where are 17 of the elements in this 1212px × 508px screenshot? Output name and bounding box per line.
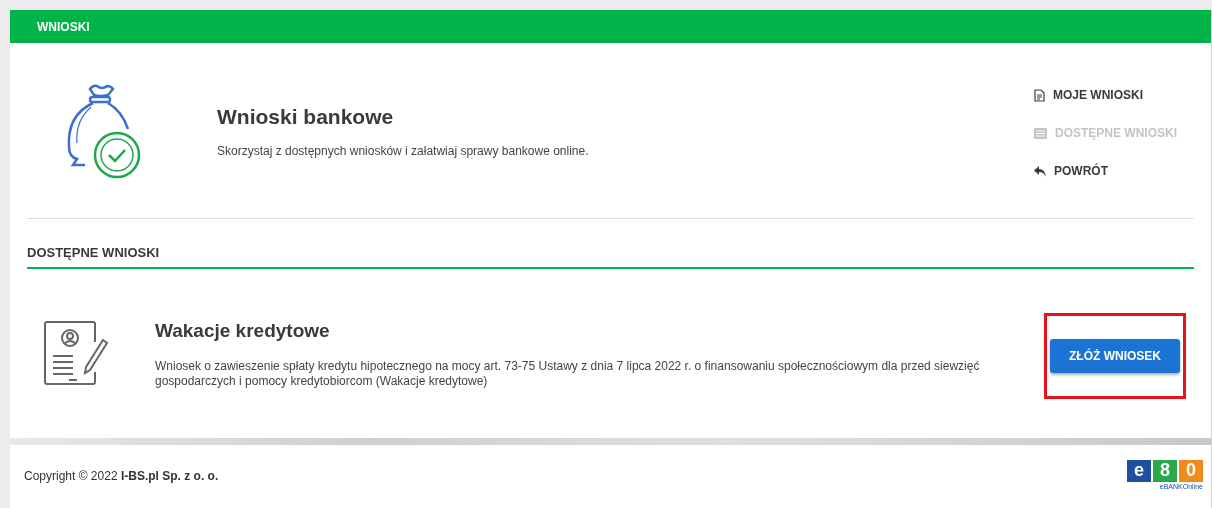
logo-letter: e [1127,459,1151,482]
header-title: WNIOSKI [37,18,90,36]
document-icon [1034,88,1045,102]
nav-link[interactable]: MOJE WNIOSKI [1034,86,1194,104]
page-description: Skorzystaj z dostępnych wniosków i załatwiaj sprawy bankowe online. [217,142,589,160]
section-title: DOSTĘPNE WNIOSKI [27,243,1194,269]
submit-application-button[interactable]: ZŁÓŻ WNIOSEK [1050,339,1180,373]
list-icon [1034,127,1047,139]
copyright-text: Copyright © 2022 I-BS.pl Sp. z o. o. [24,468,219,485]
logo-letter: 0 [1179,459,1203,482]
page-title: Wnioski bankowe [217,104,395,131]
form-with-pen-icon [43,320,109,386]
nav-link[interactable]: POWRÓT [1034,162,1194,180]
reply-arrow-icon [1034,165,1046,177]
application-description: Wniosek o zawieszenie spłaty kredytu hipotecznego na mocy art. 73-75 Ustawy z dnia 7 lipca 2022 r. o finansowaniu społecznościowym dla przed siewzięć gospodarczych i pomocy kredytobiorcom (Wakacje kredytowe) [155,359,981,390]
logo-letter: 8 [1153,459,1177,482]
application-title: Wakacje kredytowe [155,318,331,343]
